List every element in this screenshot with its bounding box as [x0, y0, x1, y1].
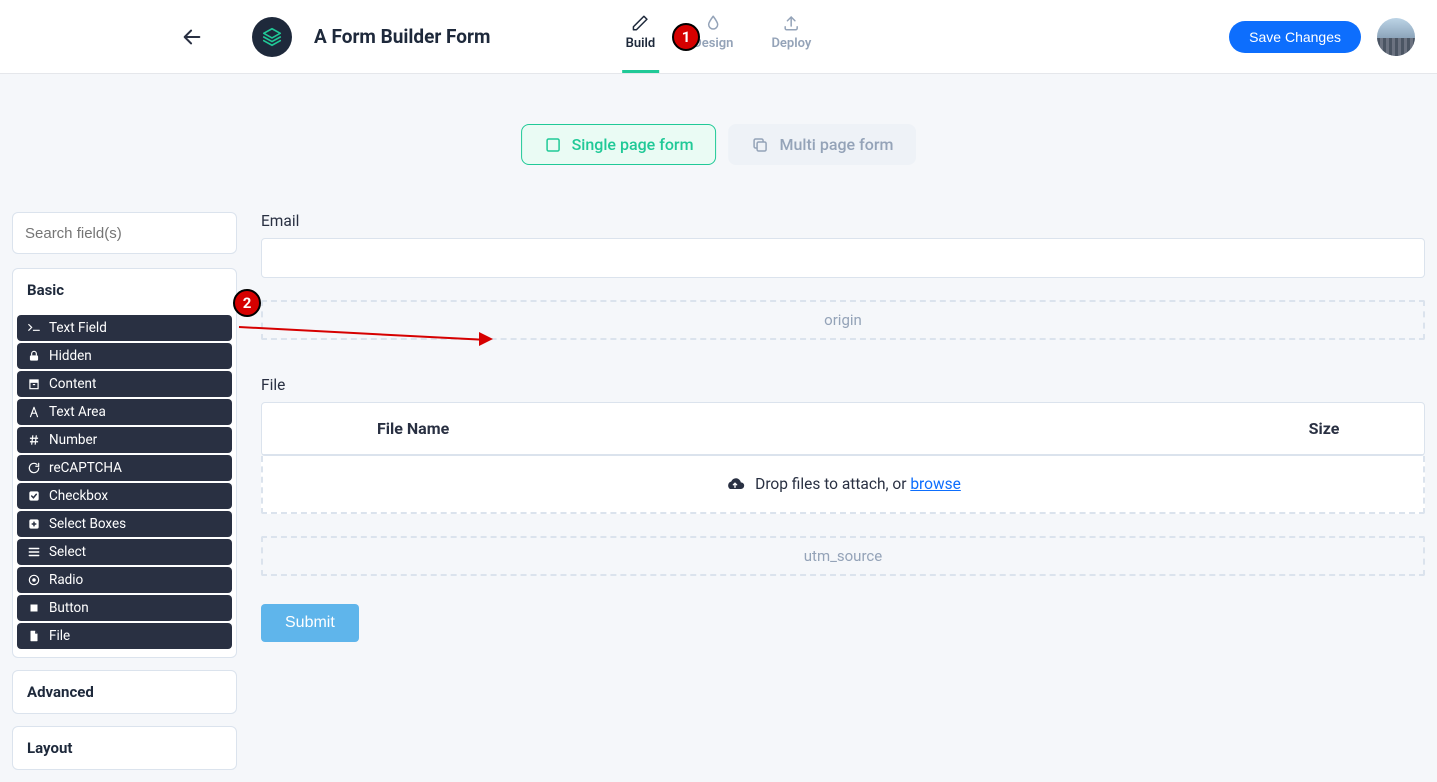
tab-deploy-label: Deploy	[771, 36, 811, 51]
panel-basic-header[interactable]: Basic	[13, 269, 236, 311]
utm-hidden-field[interactable]: utm_source	[261, 536, 1425, 576]
font-icon	[27, 405, 41, 419]
origin-hidden-field[interactable]: origin	[261, 300, 1425, 340]
field-label: Content	[49, 376, 96, 392]
stop-icon	[27, 601, 41, 615]
email-label: Email	[261, 212, 1425, 230]
field-text-field[interactable]: Text Field	[17, 315, 232, 341]
field-file[interactable]: File	[17, 623, 232, 649]
search-input[interactable]	[25, 225, 224, 242]
annotation-marker-2: 2	[233, 289, 261, 317]
list-icon	[27, 545, 41, 559]
field-label: Button	[49, 600, 89, 616]
field-label: Radio	[49, 572, 83, 588]
check-square-icon	[27, 489, 41, 503]
tab-deploy[interactable]: Deploy	[767, 14, 815, 73]
field-number[interactable]: Number	[17, 427, 232, 453]
panel-layout-header: Layout	[13, 727, 236, 769]
archive-icon	[27, 377, 41, 391]
dot-circle-icon	[27, 573, 41, 587]
field-checkbox[interactable]: Checkbox	[17, 483, 232, 509]
avatar[interactable]	[1377, 18, 1415, 56]
annotation-marker-1: 1	[672, 23, 700, 51]
field-label: Hidden	[49, 348, 92, 364]
file-dropzone[interactable]: Drop files to attach, or browse	[261, 456, 1425, 514]
pencil-icon	[631, 14, 649, 32]
panel-advanced[interactable]: Advanced	[12, 670, 237, 714]
submit-button[interactable]: Submit	[261, 604, 359, 642]
terminal-icon	[27, 321, 41, 335]
file-icon	[27, 629, 41, 643]
cloud-upload-icon	[725, 474, 745, 494]
panel-basic: Basic Text Field Hidden Content Text Are…	[12, 268, 237, 658]
topbar-tabs: Build Design Deploy	[622, 0, 816, 73]
field-text-area[interactable]: Text Area	[17, 399, 232, 425]
dropzone-text: Drop files to attach, or browse	[755, 475, 961, 493]
plus-square-icon	[27, 517, 41, 531]
tab-build-label: Build	[626, 36, 656, 51]
basic-field-list: Text Field Hidden Content Text Area Numb…	[13, 311, 236, 657]
content: Basic Text Field Hidden Content Text Are…	[0, 74, 1437, 782]
multi-page-toggle[interactable]: Multi page form	[729, 124, 917, 165]
topbar-left: A Form Builder Form	[180, 17, 490, 57]
panel-advanced-header: Advanced	[13, 671, 236, 713]
brand-title: A Form Builder Form	[314, 25, 490, 48]
save-button[interactable]: Save Changes	[1229, 21, 1361, 53]
file-table-head: File Name Size	[262, 403, 1424, 455]
origin-hidden-label: origin	[824, 311, 862, 329]
square-icon	[544, 136, 562, 154]
copy-icon	[752, 136, 770, 154]
tab-build[interactable]: Build	[622, 14, 660, 73]
single-page-label: Single page form	[572, 135, 694, 154]
hash-icon	[27, 433, 41, 447]
panel-layout[interactable]: Layout	[12, 726, 237, 770]
sidebar: Basic Text Field Hidden Content Text Are…	[12, 124, 237, 782]
single-page-toggle[interactable]: Single page form	[521, 124, 717, 165]
dropzone-text-prefix: Drop files to attach, or	[755, 475, 910, 493]
upload-icon	[782, 14, 800, 32]
field-radio[interactable]: Radio	[17, 567, 232, 593]
field-label: Text Area	[49, 404, 106, 420]
file-label: File	[261, 376, 1425, 394]
file-table: File Name Size	[261, 402, 1425, 456]
field-label: Select	[49, 544, 86, 560]
field-select[interactable]: Select	[17, 539, 232, 565]
topbar-right: Save Changes	[1229, 18, 1415, 56]
field-recaptcha[interactable]: reCAPTCHA	[17, 455, 232, 481]
search-field-wrap[interactable]	[12, 212, 237, 254]
field-hidden[interactable]: Hidden	[17, 343, 232, 369]
col-name: File Name	[377, 419, 1224, 438]
field-content[interactable]: Content	[17, 371, 232, 397]
field-label: Select Boxes	[49, 516, 126, 532]
field-select-boxes[interactable]: Select Boxes	[17, 511, 232, 537]
field-label: File	[49, 628, 70, 644]
field-label: Text Field	[49, 320, 107, 336]
file-section: File File Name Size Drop files to attach…	[261, 376, 1425, 514]
field-label: Number	[49, 432, 97, 448]
refresh-icon	[27, 461, 41, 475]
col-size: Size	[1224, 419, 1424, 438]
annotation-arrow-head	[479, 332, 493, 346]
page-type-toggle: Single page form Multi page form	[521, 124, 917, 165]
drop-icon	[704, 14, 722, 32]
utm-hidden-label: utm_source	[804, 547, 882, 565]
field-button[interactable]: Button	[17, 595, 232, 621]
topbar: A Form Builder Form Build Design Deploy …	[0, 0, 1437, 74]
brand-logo-icon	[252, 17, 292, 57]
field-label: Checkbox	[49, 488, 108, 504]
email-input[interactable]	[261, 238, 1425, 278]
back-arrow-icon[interactable]	[180, 25, 204, 49]
multi-page-label: Multi page form	[780, 135, 894, 154]
field-label: reCAPTCHA	[49, 460, 122, 476]
dropzone-browse-link[interactable]: browse	[910, 475, 961, 493]
form-canvas: Email origin File File Name Size Drop fi…	[237, 124, 1437, 782]
lock-icon	[27, 349, 41, 363]
